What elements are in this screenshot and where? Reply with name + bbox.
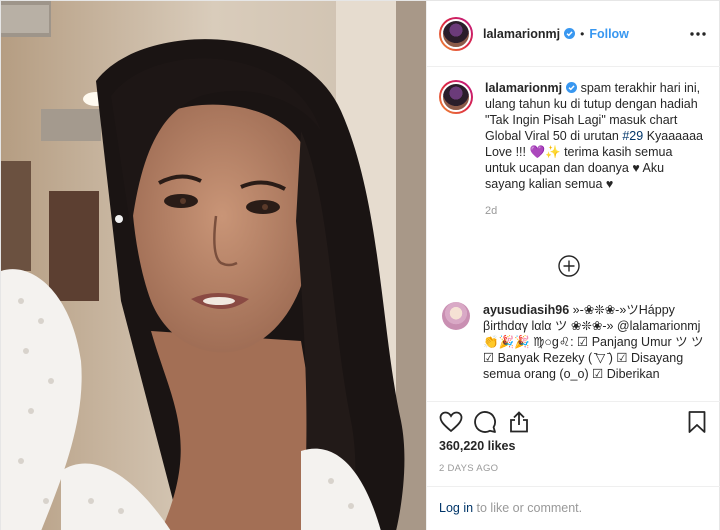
bookmark-icon[interactable]	[685, 410, 709, 434]
verified-badge-icon	[564, 28, 576, 39]
caption-age: 2d	[485, 205, 498, 217]
caption: lalamarionmj spam terakhir hari ini, ula…	[439, 80, 705, 192]
likes-count[interactable]: 360,220 likes	[439, 439, 515, 453]
commenter-avatar[interactable]	[442, 302, 470, 330]
load-more-comments-icon[interactable]	[558, 255, 580, 277]
post-header: lalamarionmj • Follow	[427, 1, 720, 67]
instagram-post: lalamarionmj • Follow lalamarionmj spam …	[0, 0, 720, 530]
share-icon[interactable]	[507, 410, 531, 434]
heart-icon[interactable]	[439, 410, 463, 434]
follow-button[interactable]: Follow	[589, 27, 629, 41]
follow-separator: •	[580, 26, 585, 41]
login-link[interactable]: Log in	[439, 501, 473, 515]
caption-username[interactable]: lalamarionmj	[485, 81, 562, 95]
author-username[interactable]: lalamarionmj	[483, 27, 560, 41]
login-suffix: to like or comment.	[473, 501, 583, 515]
caption-author-avatar[interactable]	[439, 80, 473, 114]
post-photo[interactable]	[1, 1, 426, 530]
caption-text: lalamarionmj spam terakhir hari ini, ula…	[485, 80, 705, 192]
post-date[interactable]: 2 DAYS AGO	[439, 463, 498, 474]
caption-verified-badge-icon	[566, 82, 578, 93]
comment-bubble-icon[interactable]	[473, 410, 497, 434]
post-side-panel: lalamarionmj • Follow lalamarionmj spam …	[426, 1, 720, 530]
caption-hashtag-link[interactable]: #29	[622, 129, 643, 143]
comment-item: ayusudiasih96 »-❀❊❀-»ツHáppy βirthdαγ lαl…	[439, 302, 711, 382]
commenter-username[interactable]: ayusudiasih96	[483, 303, 569, 317]
comments-area[interactable]: lalamarionmj spam terakhir hari ini, ula…	[427, 68, 720, 401]
comment-text: ayusudiasih96 »-❀❊❀-»ツHáppy βirthdαγ lαl…	[483, 302, 708, 382]
login-bar: Log in to like or comment.	[427, 486, 720, 530]
author-avatar[interactable]	[439, 16, 473, 51]
selfie-image	[1, 1, 426, 530]
more-options-icon[interactable]	[689, 25, 707, 43]
post-actions: 360,220 likes 2 DAYS AGO Log in to like …	[427, 401, 720, 530]
